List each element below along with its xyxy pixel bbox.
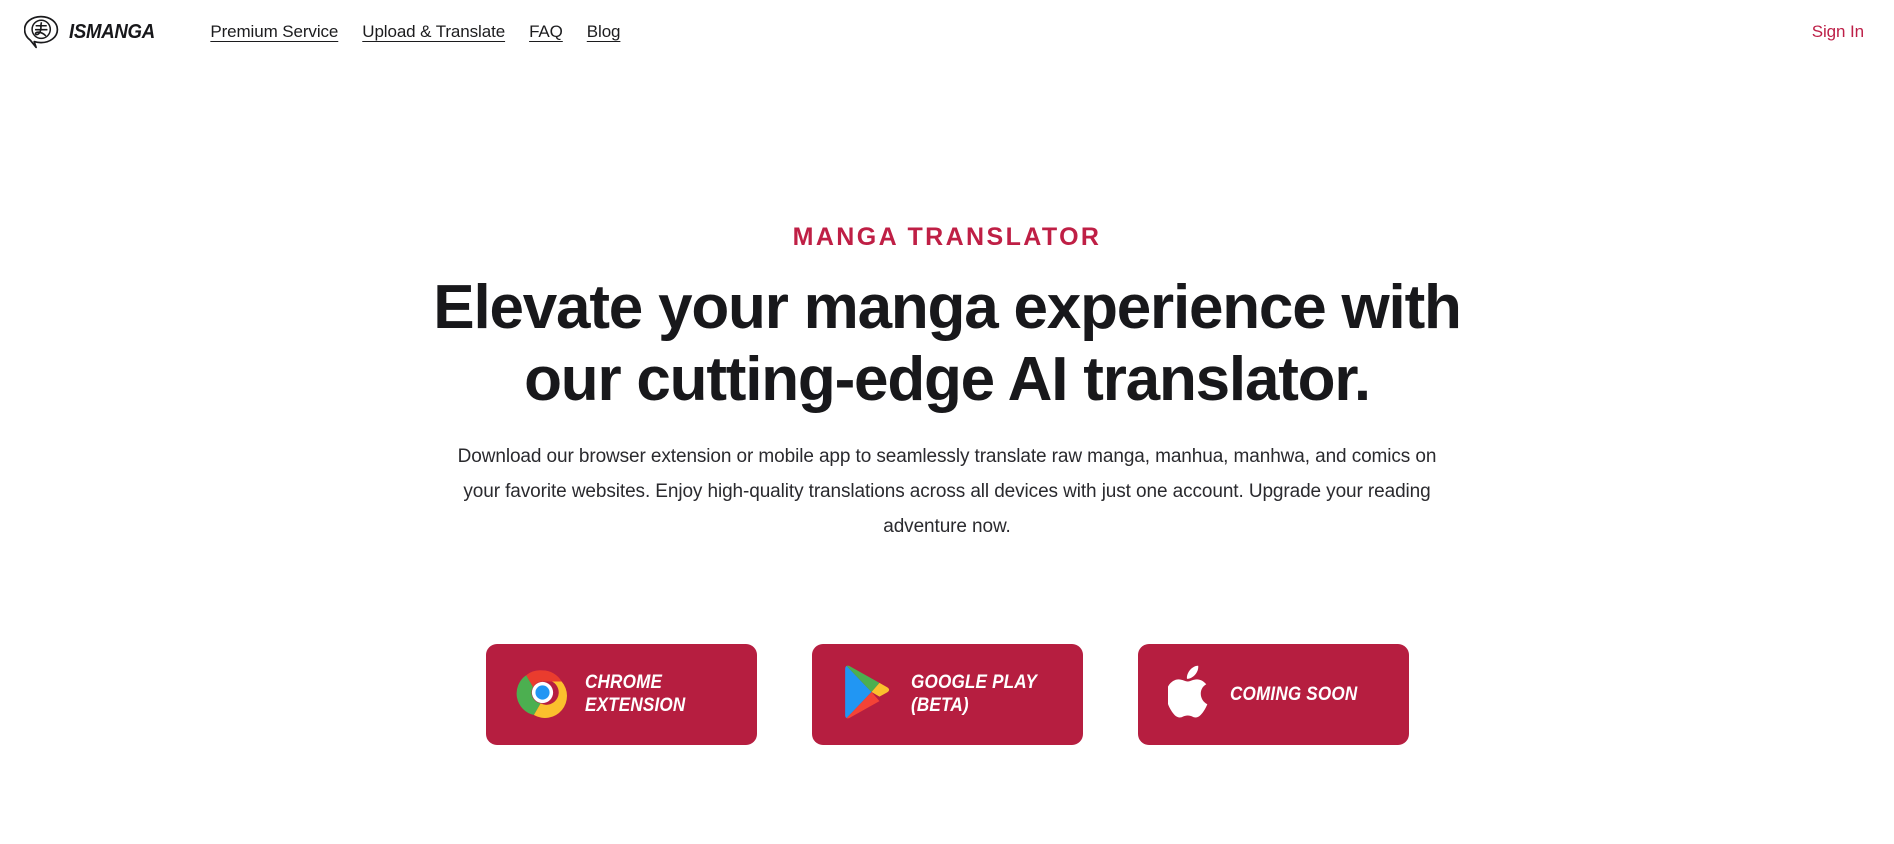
apple-logo-icon [1165,665,1214,725]
cta-button-row: CHROME EXTENSION GOOGLE PLAY (BETA) COMI… [485,644,1409,746]
site-header: ISMANGA Premium Service Upload & Transla… [0,0,1894,64]
chrome-extension-button[interactable]: CHROME EXTENSION [485,644,757,746]
nav-link-faq[interactable]: FAQ [529,22,563,42]
hero-section: MANGA TRANSLATOR Elevate your manga expe… [0,64,1894,746]
chrome-extension-label: CHROME EXTENSION [584,672,685,716]
apple-coming-soon-button[interactable]: COMING SOON [1137,644,1409,746]
header-right-actions: Sign In [1812,22,1870,42]
apple-coming-soon-label: COMING SOON [1229,683,1357,705]
hero-eyebrow: MANGA TRANSLATOR [792,223,1102,251]
google-play-logo-icon [842,664,895,725]
hero-subtitle: Download our browser extension or mobile… [457,445,1437,538]
brand-name: ISMANGA [69,21,155,43]
page-title: Elevate your manga experience with our c… [433,273,1462,414]
sign-in-link[interactable]: Sign In [1812,22,1864,42]
nav-link-upload-translate[interactable]: Upload & Translate [362,22,505,42]
google-play-label: GOOGLE PLAY (BETA) [910,672,1037,716]
chrome-logo-icon [516,666,569,724]
nav-link-premium-service[interactable]: Premium Service [210,22,338,42]
brand-logo[interactable]: ISMANGA [23,15,161,49]
speech-bubble-manga-icon [23,15,60,49]
nav-link-blog[interactable]: Blog [587,22,621,42]
main-navigation: Premium Service Upload & Translate FAQ B… [210,22,620,42]
google-play-button[interactable]: GOOGLE PLAY (BETA) [811,644,1083,746]
